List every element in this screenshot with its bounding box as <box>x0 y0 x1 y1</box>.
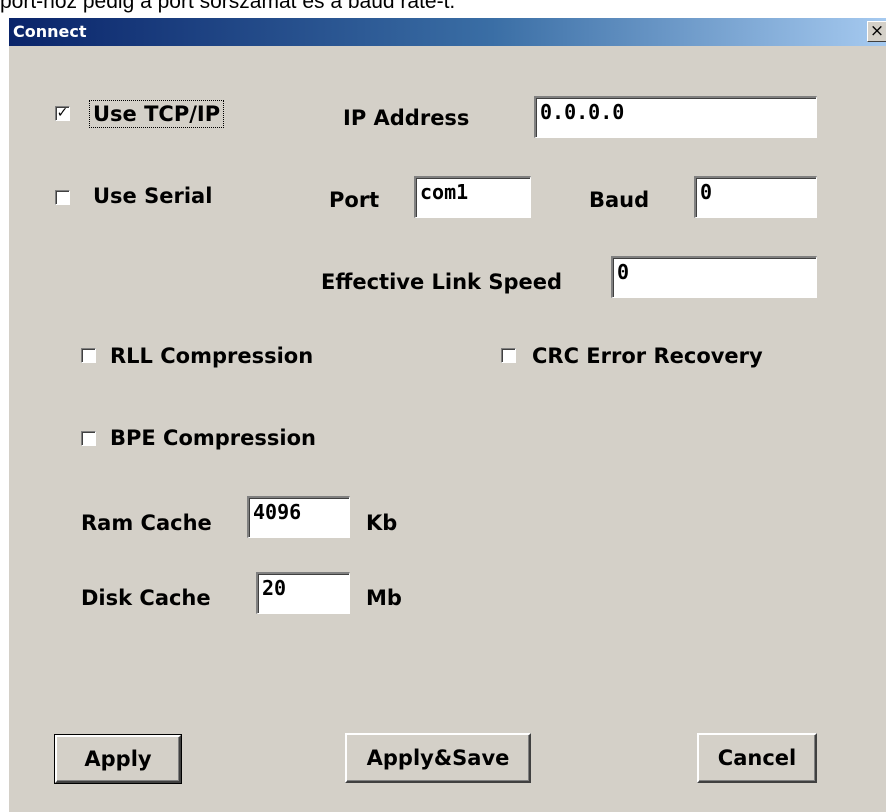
baud-input[interactable]: 0 <box>694 176 817 218</box>
close-icon: × <box>869 21 885 41</box>
use-tcpip-checkbox[interactable]: ✓ <box>55 106 70 121</box>
disk-cache-input[interactable]: 20 <box>256 572 350 614</box>
ram-cache-unit: Kb <box>366 511 398 535</box>
title-bar[interactable]: Connect × <box>9 18 886 46</box>
disk-cache-label: Disk Cache <box>81 586 211 610</box>
bpe-compression-label[interactable]: BPE Compression <box>110 426 316 450</box>
baud-label: Baud <box>589 188 650 212</box>
ip-address-label: IP Address <box>343 106 470 130</box>
disk-cache-unit: Mb <box>366 586 402 610</box>
apply-button[interactable]: Apply <box>54 734 182 784</box>
rll-compression-checkbox[interactable] <box>81 348 96 363</box>
use-tcpip-label[interactable]: Use TCP/IP <box>88 100 225 128</box>
port-label: Port <box>329 188 380 212</box>
document-text-fragment: port-hoz pedig a port sorszámát és a bau… <box>0 0 456 13</box>
rll-compression-label[interactable]: RLL Compression <box>110 344 313 368</box>
crc-error-recovery-label[interactable]: CRC Error Recovery <box>532 344 763 368</box>
bpe-compression-checkbox[interactable] <box>81 431 96 446</box>
ram-cache-input[interactable]: 4096 <box>247 496 350 538</box>
dialog-title: Connect <box>13 22 87 41</box>
checkmark-icon: ✓ <box>56 105 69 121</box>
close-button[interactable]: × <box>867 21 886 42</box>
ram-cache-label: Ram Cache <box>81 511 212 535</box>
ip-address-input[interactable]: 0.0.0.0 <box>534 96 817 138</box>
use-serial-checkbox[interactable] <box>55 190 70 205</box>
link-speed-label: Effective Link Speed <box>321 270 563 294</box>
use-serial-label[interactable]: Use Serial <box>93 184 212 208</box>
link-speed-input[interactable]: 0 <box>611 256 817 298</box>
apply-save-button[interactable]: Apply&Save <box>345 733 531 783</box>
cancel-button[interactable]: Cancel <box>697 733 817 783</box>
port-input[interactable]: com1 <box>414 176 531 218</box>
crc-error-recovery-checkbox[interactable] <box>501 348 516 363</box>
connect-dialog: Connect × ✓ Use TCP/IP IP Address 0.0.0.… <box>8 18 886 812</box>
